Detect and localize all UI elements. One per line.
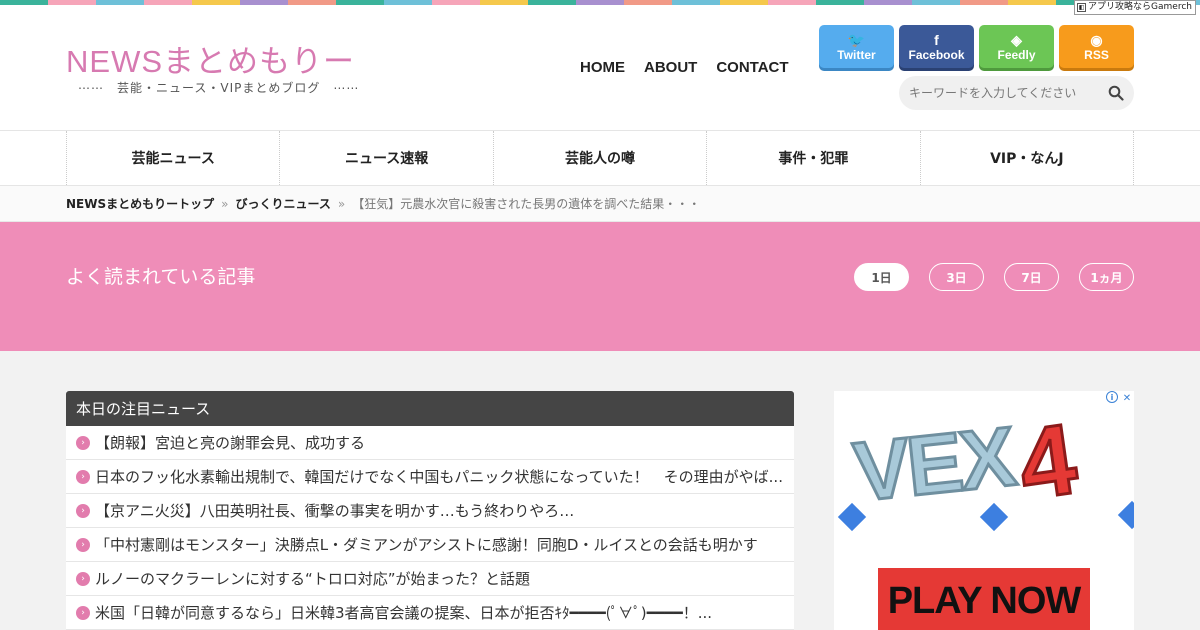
ad-info-icon[interactable]: i: [1106, 391, 1118, 403]
site-tagline: ⋯⋯ 芸能・ニュース・VIPまとめブログ ⋯⋯: [78, 81, 360, 95]
popular-title: よく読まれている記事: [66, 266, 256, 288]
ad-label[interactable]: ◧ アプリ攻略ならGamerch: [1074, 0, 1196, 15]
ad-close-icon[interactable]: ✕: [1120, 391, 1134, 405]
news-list-item[interactable]: › 【朗報】宮迫と亮の謝罪会見、成功する: [66, 426, 794, 460]
diamond-icon: [1117, 500, 1134, 530]
featured-news-box: 本日の注目ニュース › 【朗報】宮迫と亮の謝罪会見、成功する › 日本のフッ化水素輸出…: [66, 391, 794, 630]
breadcrumb: NEWSまとめもりートップ » びっくりニュース » 【狂気】元農水次官に殺害さ…: [0, 186, 1200, 222]
social-button-label: Facebook: [908, 47, 965, 62]
nav-contact-link[interactable]: CONTACT: [716, 59, 788, 76]
search-input[interactable]: [899, 86, 1094, 100]
news-title: 日本のフッ化水素輸出規制で、韓国だけでなく中国もパニック状態になっていた！ その…: [95, 468, 783, 486]
chevron-right-icon: ›: [76, 469, 90, 484]
news-title: 【京アニ火災】八田英明社長、衝撃の事実を明かす…もう終わりやろ…: [95, 502, 575, 520]
social-buttons: 🐦 Twitter f Facebook ◈ Feedly ◉ RSS: [819, 25, 1134, 68]
news-title: ルノーのマクラーレンに対する“トロロ対応”が始まった？と話題: [95, 570, 530, 588]
social-button-label: Twitter: [837, 47, 876, 62]
featured-news-heading: 本日の注目ニュース: [66, 391, 794, 426]
news-list-item[interactable]: › 米国「日韓が同意するなら」日米韓3者高官会議の提案、日本が拒否ｷﾀ━━━━(ﾟ…: [66, 596, 794, 630]
news-list-item[interactable]: › 「中村憲剛はモンスター」決勝点L・ダミアンがアシストに感謝！同胞D・ルイスとの…: [66, 528, 794, 562]
category-item[interactable]: ニュース速報: [280, 131, 494, 185]
news-title: 【朗報】宮迫と亮の謝罪会見、成功する: [95, 434, 366, 452]
tab-3-days[interactable]: 3日: [929, 263, 984, 291]
ad-game-number: 4: [1011, 401, 1085, 523]
nav-about-link[interactable]: ABOUT: [644, 59, 697, 76]
featured-news-list: › 【朗報】宮迫と亮の謝罪会見、成功する › 日本のフッ化水素輸出規制で、韓国だけでな…: [66, 426, 794, 630]
breadcrumb-home[interactable]: NEWSまとめもりートップ: [66, 195, 214, 212]
ad-banner[interactable]: i ✕ VEX 4 PLAY NOW: [834, 391, 1134, 630]
nav-home-link[interactable]: HOME: [580, 59, 625, 76]
chevron-right-icon: ›: [76, 503, 90, 518]
feedly-icon: ◈: [1011, 31, 1022, 48]
tab-1-day[interactable]: 1日: [854, 263, 909, 291]
site-logo[interactable]: NEWSまとめもりー: [66, 36, 355, 81]
search-icon[interactable]: [1108, 85, 1124, 101]
top-nav: HOME ABOUT CONTACT: [580, 59, 808, 76]
social-button-label: RSS: [1084, 47, 1109, 62]
category-item[interactable]: 芸能人の噂: [494, 131, 708, 185]
category-item[interactable]: VIP・なんJ: [921, 131, 1135, 185]
rss-icon: ◉: [1090, 31, 1103, 48]
news-list-item[interactable]: › 日本のフッ化水素輸出規制で、韓国だけでなく中国もパニック状態になっていた！ そ…: [66, 460, 794, 494]
ad-info-controls: i ✕: [1106, 391, 1134, 405]
news-title: 米国「日韓が同意するなら」日米韓3者高官会議の提案、日本が拒否ｷﾀ━━━━(ﾟ∀…: [95, 604, 713, 622]
breadcrumb-current: 【狂気】元農水次官に殺害された長男の遺体を調べた結果・・・: [352, 197, 701, 211]
category-nav: 芸能ニュース ニュース速報 芸能人の噂 事件・犯罪 VIP・なんJ: [0, 130, 1200, 186]
ad-choices-icon: ◧: [1077, 3, 1087, 12]
chevron-right-icon: ›: [76, 435, 90, 450]
tab-7-days[interactable]: 7日: [1004, 263, 1059, 291]
social-button-label: Feedly: [997, 47, 1036, 62]
breadcrumb-separator: »: [337, 196, 346, 211]
twitter-button[interactable]: 🐦 Twitter: [819, 25, 894, 68]
popular-articles-banner: よく読まれている記事 1日 3日 7日 1ヵ月: [0, 222, 1200, 351]
popular-period-tabs: 1日 3日 7日 1ヵ月: [854, 263, 1134, 291]
chevron-right-icon: ›: [76, 605, 90, 620]
ad-play-now-button[interactable]: PLAY NOW: [878, 568, 1090, 630]
site-header: NEWSまとめもりー ⋯⋯ 芸能・ニュース・VIPまとめブログ ⋯⋯ HOME …: [0, 5, 1200, 130]
search-box: [899, 76, 1134, 110]
breadcrumb-category[interactable]: びっくりニュース: [235, 195, 330, 212]
ad-label-text: アプリ攻略ならGamerch: [1088, 2, 1192, 12]
facebook-button[interactable]: f Facebook: [899, 25, 974, 68]
news-list-item[interactable]: › 【京アニ火災】八田英明社長、衝撃の事実を明かす…もう終わりやろ…: [66, 494, 794, 528]
facebook-icon: f: [934, 31, 939, 48]
category-item[interactable]: 事件・犯罪: [707, 131, 921, 185]
news-list-item[interactable]: › ルノーのマクラーレンに対する“トロロ対応”が始まった？と話題: [66, 562, 794, 596]
tab-1-month[interactable]: 1ヵ月: [1079, 263, 1134, 291]
rss-button[interactable]: ◉ RSS: [1059, 25, 1134, 68]
feedly-button[interactable]: ◈ Feedly: [979, 25, 1054, 68]
category-item[interactable]: 芸能ニュース: [67, 131, 281, 185]
twitter-icon: 🐦: [847, 31, 866, 48]
chevron-right-icon: ›: [76, 537, 90, 552]
news-title: 「中村憲剛はモンスター」決勝点L・ダミアンがアシストに感謝！同胞D・ルイスとの会…: [95, 536, 758, 554]
chevron-right-icon: ›: [76, 571, 90, 586]
breadcrumb-separator: »: [221, 196, 229, 211]
